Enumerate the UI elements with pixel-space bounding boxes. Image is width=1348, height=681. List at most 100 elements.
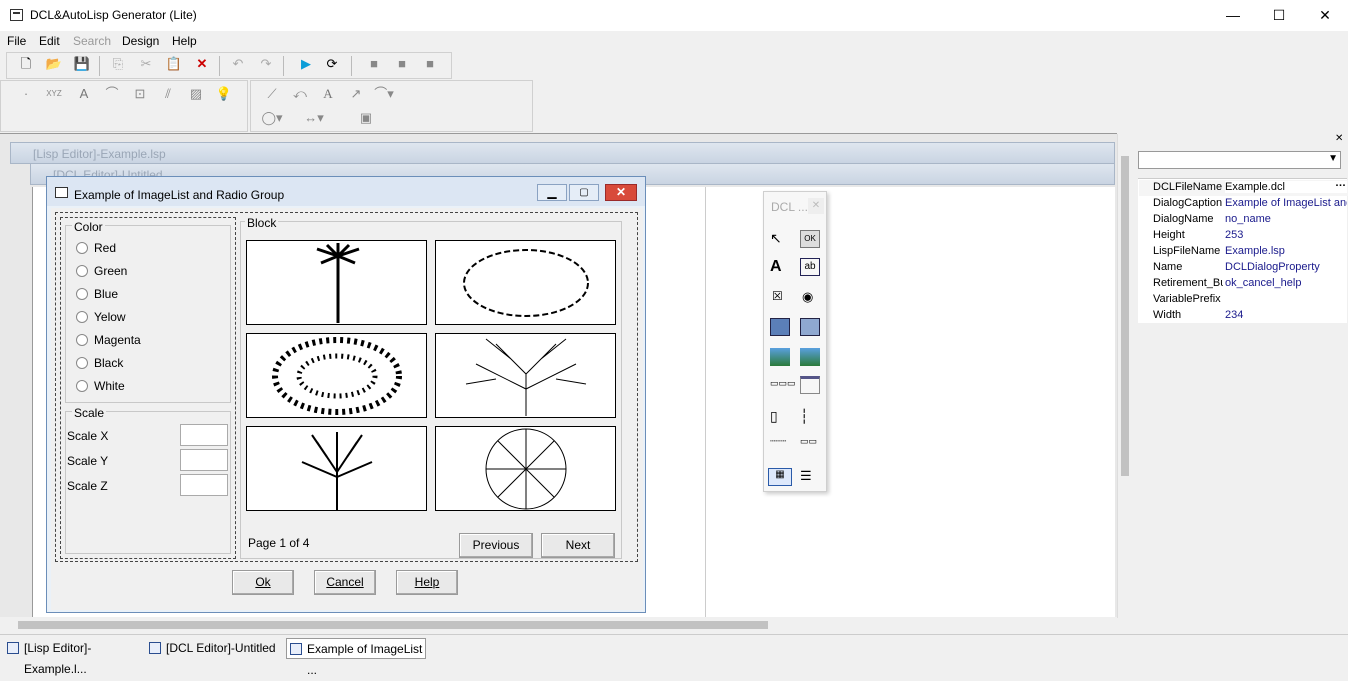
panel-close-icon[interactable]: ✕: [1335, 133, 1343, 144]
block-image-canopy[interactable]: [435, 426, 616, 511]
line-icon[interactable]: ⟋: [261, 83, 283, 105]
dialog-minimize-button[interactable]: ▁: [537, 184, 567, 201]
scale-z-input[interactable]: [180, 474, 228, 496]
run-icon[interactable]: ▶: [295, 53, 317, 75]
block-image-tree[interactable]: [246, 426, 427, 511]
circle-icon[interactable]: ◯▾: [261, 107, 283, 129]
property-row[interactable]: Height 253: [1139, 228, 1348, 244]
fillet-icon[interactable]: ⌒: [101, 83, 123, 105]
menu-search[interactable]: Search: [73, 34, 111, 48]
boxed-row-tool-icon[interactable]: ▭▭: [800, 436, 820, 454]
bulb-icon[interactable]: 💡: [213, 83, 235, 105]
menu-design[interactable]: Design: [122, 34, 159, 48]
preview-icon[interactable]: ⟳: [321, 53, 343, 75]
ellipsis-button-icon[interactable]: …: [1335, 177, 1346, 189]
layer-icon[interactable]: ▨: [185, 83, 207, 105]
property-row[interactable]: Name DCLDialogProperty: [1139, 260, 1348, 276]
open-folder-icon[interactable]: 📂: [43, 53, 65, 75]
radio-red[interactable]: [76, 242, 88, 254]
scale-y-input[interactable]: [180, 449, 228, 471]
xyz-icon[interactable]: XYZ: [43, 83, 65, 105]
delete-icon[interactable]: ✕: [191, 53, 213, 75]
copy-icon[interactable]: ⎘: [107, 53, 129, 75]
dialog-maximize-button[interactable]: ▢: [569, 184, 599, 201]
align-left-icon[interactable]: ■: [363, 53, 385, 75]
cancel-button[interactable]: Cancel: [314, 570, 376, 595]
block-image-branch[interactable]: [435, 333, 616, 418]
block-image-palm[interactable]: [246, 240, 427, 325]
close-button[interactable]: ✕: [1302, 0, 1348, 31]
boxed-column-tool-icon[interactable]: ┆: [800, 408, 820, 426]
maximize-button[interactable]: ☐: [1256, 0, 1302, 31]
property-row[interactable]: DialogCaption Example of ImageList and: [1139, 196, 1348, 212]
toggle-tool-icon[interactable]: ☒: [772, 289, 792, 307]
next-button[interactable]: Next: [541, 533, 615, 558]
menu-edit[interactable]: Edit: [39, 34, 60, 48]
slider-tool-icon[interactable]: ▭▭▭: [770, 378, 796, 396]
ok-button[interactable]: Ok: [232, 570, 294, 595]
column-tool-icon[interactable]: ▯: [770, 408, 790, 426]
task-dialog-preview[interactable]: Example of ImageList ...: [286, 638, 426, 677]
property-row[interactable]: Retirement_Bu ok_cancel_help: [1139, 276, 1348, 292]
redo-icon[interactable]: ↷: [255, 53, 277, 75]
popup-list-tool-icon[interactable]: [800, 318, 820, 336]
minimize-button[interactable]: —: [1210, 0, 1256, 31]
spacer-tool-icon[interactable]: [800, 376, 820, 394]
image-tool-icon[interactable]: [770, 348, 790, 366]
grid-tool-icon[interactable]: ▦: [768, 468, 792, 486]
scale-x-input[interactable]: [180, 424, 228, 446]
menu-file[interactable]: File: [7, 34, 26, 48]
undo-icon[interactable]: ↶: [227, 53, 249, 75]
object-selector[interactable]: ▼: [1138, 151, 1341, 169]
radio-green[interactable]: [76, 265, 88, 277]
property-row[interactable]: DialogName no_name: [1139, 212, 1348, 228]
edit-box-tool-icon[interactable]: ab: [800, 258, 820, 276]
list-tool-icon[interactable]: ☰: [800, 468, 820, 486]
property-row[interactable]: DCLFileName Example.dcl…: [1139, 177, 1348, 196]
image-button-tool-icon[interactable]: [800, 348, 820, 366]
dialog-preview[interactable]: Example of ImageList and Radio Group ▁ ▢…: [46, 176, 646, 613]
point-icon[interactable]: ·: [15, 83, 37, 105]
pointer-icon[interactable]: ↖: [770, 230, 790, 248]
arc-icon[interactable]: ⌒▾: [373, 83, 395, 105]
palette-close-button[interactable]: ✕: [808, 198, 824, 214]
block-image-bush[interactable]: [246, 333, 427, 418]
property-row[interactable]: Width 234: [1139, 308, 1348, 324]
property-row[interactable]: VariablePrefix: [1139, 292, 1348, 308]
radio-tool-icon[interactable]: ◉: [802, 289, 822, 307]
lisp-editor-window[interactable]: [Lisp Editor]-Example.lsp: [10, 142, 1115, 164]
text-tool-icon[interactable]: A: [770, 258, 790, 276]
linear-dim-icon[interactable]: ↔▾: [303, 107, 325, 129]
dimension-icon[interactable]: ↗: [345, 83, 367, 105]
radio-white[interactable]: [76, 380, 88, 392]
block-icon[interactable]: ⊡: [129, 83, 151, 105]
radio-blue[interactable]: [76, 288, 88, 300]
align-right-icon[interactable]: ■: [419, 53, 441, 75]
hatch-icon[interactable]: ⫽: [157, 83, 179, 105]
menu-help[interactable]: Help: [172, 34, 197, 48]
save-icon[interactable]: 💾: [71, 53, 93, 75]
radio-black[interactable]: [76, 357, 88, 369]
task-dcl-editor[interactable]: [DCL Editor]-Untitled: [146, 638, 282, 659]
row-tool-icon[interactable]: ┄┄┄: [770, 436, 790, 454]
task-lisp-editor[interactable]: [Lisp Editor]-Example.l...: [4, 638, 144, 676]
block-image-shrub[interactable]: [435, 240, 616, 325]
align-center-icon[interactable]: ■: [391, 53, 413, 75]
ok-button-tool-icon[interactable]: OK: [800, 230, 820, 248]
horizontal-scrollbar[interactable]: [0, 618, 1117, 632]
text-style-icon[interactable]: A: [73, 83, 95, 105]
new-file-icon[interactable]: 🗋: [15, 53, 37, 75]
radio-yelow[interactable]: [76, 311, 88, 323]
list-box-tool-icon[interactable]: [770, 318, 790, 336]
paste-icon[interactable]: 📋: [163, 53, 185, 75]
cut-icon[interactable]: ✂: [135, 53, 157, 75]
text-icon[interactable]: A: [317, 83, 339, 105]
dialog-close-button[interactable]: ✕: [605, 184, 637, 201]
help-button[interactable]: Help: [396, 570, 458, 595]
insert-icon[interactable]: ▣: [355, 107, 377, 129]
vertical-scrollbar[interactable]: [1117, 134, 1131, 618]
previous-button[interactable]: Previous: [459, 533, 533, 558]
polyline-icon[interactable]: ⤺: [289, 83, 311, 105]
property-row[interactable]: LispFileName Example.lsp: [1139, 244, 1348, 260]
radio-magenta[interactable]: [76, 334, 88, 346]
